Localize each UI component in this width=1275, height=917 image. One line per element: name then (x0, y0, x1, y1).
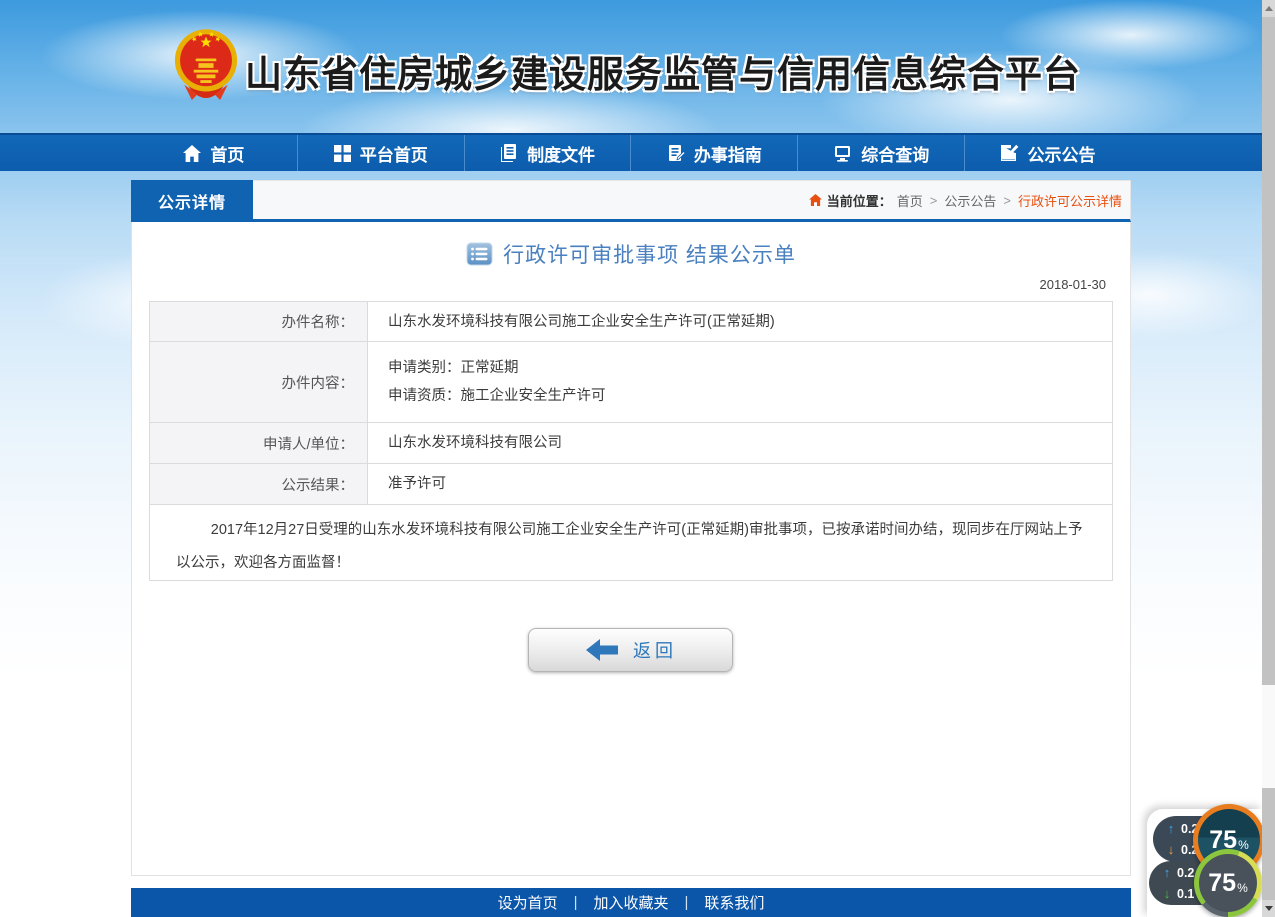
upload-arrow-icon: ↑ (1161, 863, 1173, 883)
site-footer: 设为首页 | 加入收藏夹 | 联系我们 (131, 888, 1131, 917)
nav-item-label: 公示公告 (1028, 141, 1096, 166)
table-row-item-name: 办件名称： 山东水发环境科技有限公司施工企业安全生产许可(正常延期) (150, 302, 1112, 342)
nav-item-label: 制度文件 (527, 141, 595, 166)
back-button[interactable]: 返回 (528, 628, 733, 672)
health-score-value: 75 % (1199, 854, 1257, 912)
row-label: 办件内容： (150, 342, 368, 422)
site-title: 山东省住房城乡建设服务监管与信用信息综合平台 (245, 44, 1081, 98)
chevron-down-icon (1265, 906, 1273, 911)
breadcrumb-current: 行政许可公示详情 (1018, 191, 1122, 210)
content-card: 行政许可审批事项 结果公示单 2018-01-30 办件名称： 山东水发环境科技… (131, 222, 1131, 876)
row-value: 准予许可 (388, 474, 1092, 494)
nav-item-label: 首页 (210, 141, 244, 166)
upload-arrow-icon: ↑ (1165, 819, 1177, 839)
row-value: 山东水发环境科技有限公司 (388, 433, 1092, 453)
row-value: 山东水发环境科技有限公司施工企业安全生产许可(正常延期) (388, 312, 1092, 332)
nav-item-label: 综合查询 (861, 141, 929, 166)
grid-icon (334, 145, 351, 162)
nav-item-platform-home[interactable]: 平台首页 (297, 135, 464, 171)
footer-link-add-favorites[interactable]: 加入收藏夹 (593, 892, 668, 913)
scrollbar-down-button[interactable] (1262, 900, 1275, 917)
download-arrow-icon: ↓ (1165, 840, 1177, 860)
breadcrumb-label: 当前位置： (827, 191, 892, 210)
site-header: 山东省住房城乡建设服务监管与信用信息综合平台 (0, 0, 1275, 133)
page: 山东省住房城乡建设服务监管与信用信息综合平台 首页 平台首页 制度文件 (0, 0, 1275, 917)
page-title: 行政许可审批事项 结果公示单 (132, 239, 1130, 269)
monitor-icon (833, 145, 852, 162)
footer-separator: | (685, 894, 689, 911)
table-row-item-content: 办件内容： 申请类别：正常延期 申请资质：施工企业安全生产许可 (150, 342, 1112, 423)
row-value-line2: 申请资质：施工企业安全生产许可 (388, 386, 1092, 406)
nav-item-label: 办事指南 (694, 141, 762, 166)
nav-item-home[interactable]: 首页 (131, 135, 297, 171)
breadcrumb-separator: > (930, 193, 938, 208)
breadcrumb: 当前位置： 首页 > 公示公告 > 行政许可公示详情 (809, 181, 1122, 219)
tab-label: 公示详情 (158, 189, 226, 213)
tab-announcement-detail[interactable]: 公示详情 (131, 180, 253, 222)
edit-icon (1001, 144, 1019, 162)
scrollbar-up-button[interactable] (1262, 0, 1275, 17)
percent-unit: % (1237, 881, 1248, 895)
percent-unit: % (1238, 838, 1249, 852)
page-title-text: 行政许可审批事项 结果公示单 (503, 239, 796, 269)
chevron-up-icon (1265, 6, 1273, 11)
breadcrumb-link-announcements[interactable]: 公示公告 (944, 191, 996, 210)
national-emblem-logo (173, 26, 239, 106)
download-speed-value: 0.1 (1177, 884, 1194, 904)
home-icon-small (809, 194, 822, 206)
download-arrow-icon: ↓ (1161, 884, 1173, 904)
main-nav: 首页 平台首页 制度文件 办事指南 (0, 133, 1275, 171)
health-score-ring-bottom[interactable]: 75 % (1194, 849, 1262, 917)
summary-text: 2017年12月27日受理的山东水发环境科技有限公司施工企业安全生产许可(正常延… (150, 505, 1112, 580)
breadcrumb-separator: > (1003, 193, 1011, 208)
scrollbar-thumb[interactable] (1262, 685, 1275, 788)
back-arrow-icon (584, 638, 620, 662)
guide-icon (667, 144, 685, 162)
table-row-result: 公示结果： 准予许可 (150, 464, 1112, 505)
upload-speed-value: 0.2 (1177, 863, 1194, 883)
row-value-line1: 申请类别：正常延期 (388, 358, 1092, 378)
percent-value: 75 (1208, 871, 1236, 896)
publish-date: 2018-01-30 (132, 277, 1106, 292)
nav-item-service-guide[interactable]: 办事指南 (630, 135, 797, 171)
footer-link-contact-us[interactable]: 联系我们 (704, 892, 764, 913)
row-label: 申请人/单位： (150, 423, 368, 463)
row-label: 办件名称： (150, 302, 368, 341)
detail-table: 办件名称： 山东水发环境科技有限公司施工企业安全生产许可(正常延期) 办件内容：… (149, 301, 1113, 581)
nav-item-public-announcements[interactable]: 公示公告 (964, 135, 1131, 171)
tab-bar: 公示详情 当前位置： 首页 > 公示公告 > 行政许可公示详情 (131, 180, 1131, 222)
scrollbar[interactable] (1262, 0, 1275, 917)
footer-separator: | (574, 894, 578, 911)
nav-item-label: 平台首页 (360, 141, 428, 166)
nav-inner: 首页 平台首页 制度文件 办事指南 (131, 135, 1131, 171)
home-icon (183, 145, 201, 162)
footer-link-set-home[interactable]: 设为首页 (498, 892, 558, 913)
table-row-applicant: 申请人/单位： 山东水发环境科技有限公司 (150, 423, 1112, 464)
back-button-label: 返回 (633, 637, 677, 663)
table-row-summary: 2017年12月27日受理的山东水发环境科技有限公司施工企业安全生产许可(正常延… (150, 505, 1112, 580)
row-label: 公示结果： (150, 464, 368, 504)
document-icon (500, 144, 518, 162)
list-icon (466, 242, 493, 266)
nav-item-policy-documents[interactable]: 制度文件 (464, 135, 631, 171)
breadcrumb-link-home[interactable]: 首页 (897, 191, 923, 210)
nav-item-comprehensive-query[interactable]: 综合查询 (797, 135, 964, 171)
